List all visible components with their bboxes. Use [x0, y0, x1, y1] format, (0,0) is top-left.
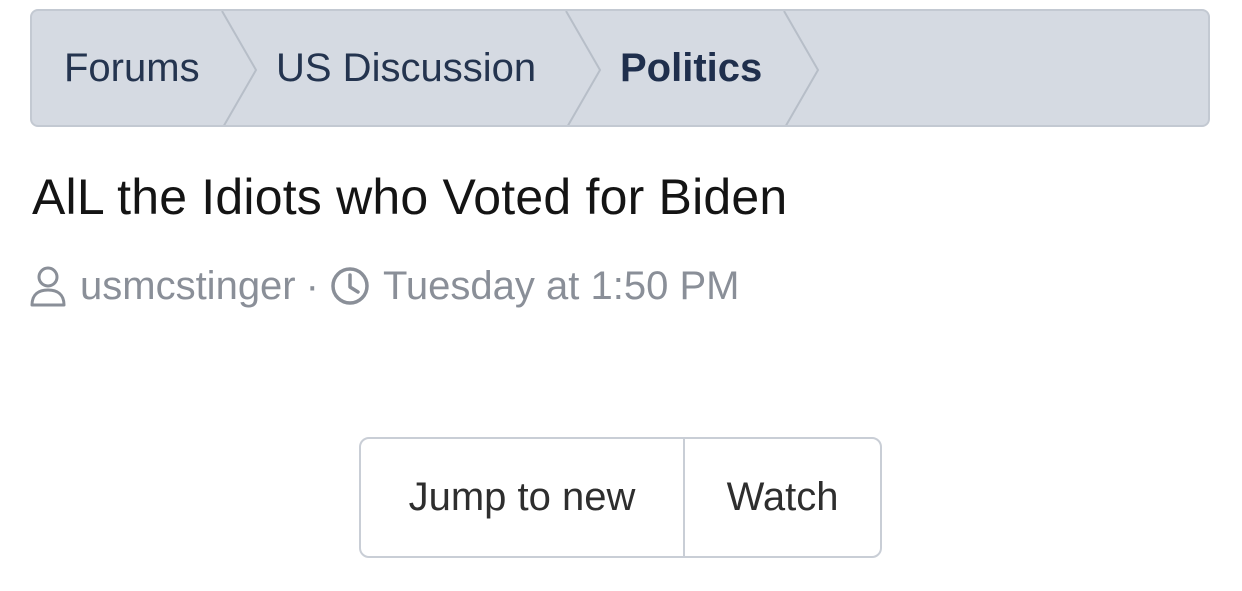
thread-title: AlL the Idiots who Voted for Biden [32, 169, 788, 225]
thread-meta: usmcstinger · Tuesday at 1:50 PM [28, 260, 739, 312]
thread-post-time[interactable]: Tuesday at 1:50 PM [383, 264, 739, 309]
jump-to-new-button[interactable]: Jump to new [361, 439, 685, 556]
thread-actions: Jump to new Watch [359, 437, 882, 558]
breadcrumb-separator [783, 11, 820, 125]
breadcrumb-item-politics[interactable]: Politics [620, 11, 762, 125]
thread-author[interactable]: usmcstinger [80, 264, 296, 309]
breadcrumb-item-forums[interactable]: Forums [64, 11, 200, 125]
breadcrumb-item-us-discussion[interactable]: US Discussion [276, 11, 536, 125]
meta-separator: · [305, 263, 319, 308]
breadcrumb-separator [221, 11, 258, 125]
watch-button[interactable]: Watch [685, 439, 880, 556]
breadcrumb: Forums US Discussion Politics [30, 9, 1210, 127]
clock-icon [329, 265, 371, 307]
breadcrumb-separator [565, 11, 602, 125]
user-icon [28, 264, 68, 308]
